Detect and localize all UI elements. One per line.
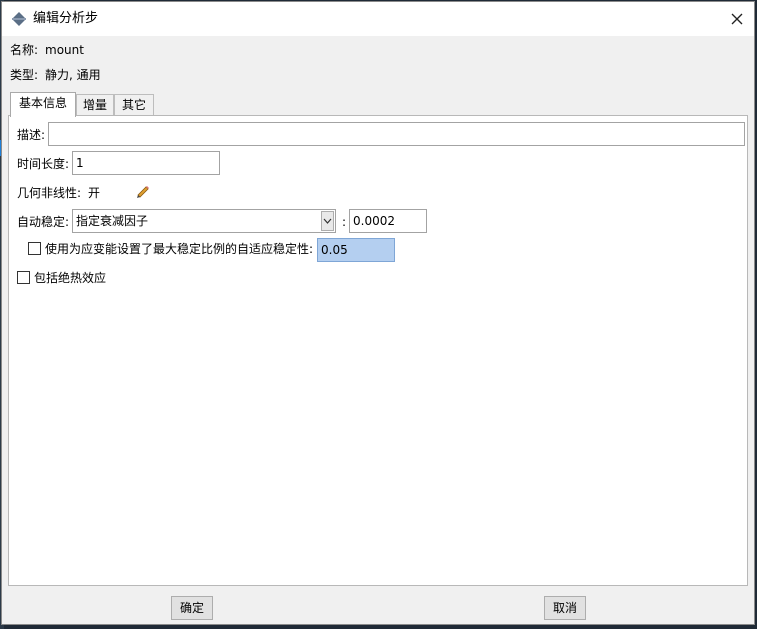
colon-separator: : xyxy=(342,215,347,229)
tab-incrementation[interactable]: 增量 xyxy=(76,94,114,116)
type-value: 静力, 通用 xyxy=(45,68,101,82)
name-value: mount xyxy=(45,43,84,57)
type-label: 类型: xyxy=(10,68,39,82)
nlgeom-label: 几何非线性: xyxy=(17,186,82,200)
adiabatic-label: 包括绝热效应 xyxy=(34,271,107,285)
damping-factor-field[interactable]: 0.0002 xyxy=(349,209,427,233)
cancel-button[interactable]: 取消 xyxy=(544,596,586,620)
max-ratio-field[interactable]: 0.05 xyxy=(317,238,395,262)
nlgeom-value: 开 xyxy=(88,186,101,200)
stabilize-method-value: 指定衰减因子 xyxy=(76,214,149,228)
name-label: 名称: xyxy=(10,43,39,57)
chevron-down-icon[interactable] xyxy=(321,211,334,231)
time-period-label: 时间长度: xyxy=(17,157,70,171)
close-icon xyxy=(731,13,743,25)
auto-stabilize-label: 自动稳定: xyxy=(17,215,70,229)
step-app-icon xyxy=(12,12,26,26)
adaptive-stabilization-label: 使用为应变能设置了最大稳定比例的自适应稳定性: xyxy=(45,242,314,256)
window-title: 编辑分析步 xyxy=(33,11,99,26)
tab-panel-basic: 描述: 时间长度: 1 几何非线性: 开 自动稳定: 指定衰减因子 : 0.00… xyxy=(8,115,748,586)
title-bar[interactable]: 编辑分析步 xyxy=(2,2,754,36)
adiabatic-checkbox[interactable] xyxy=(17,271,30,284)
stabilize-method-select[interactable]: 指定衰减因子 xyxy=(72,209,336,233)
edit-step-dialog: 编辑分析步 名称: mount 类型: 静力, 通用 基本信息 增量 其它 描述… xyxy=(1,1,755,625)
description-field[interactable] xyxy=(48,122,745,146)
tab-basic-info[interactable]: 基本信息 xyxy=(10,92,76,117)
pencil-icon[interactable] xyxy=(135,183,151,199)
tab-other[interactable]: 其它 xyxy=(114,94,154,116)
close-button[interactable] xyxy=(720,2,754,36)
ok-button[interactable]: 确定 xyxy=(171,596,213,620)
description-label: 描述: xyxy=(17,128,46,142)
adaptive-stabilization-checkbox[interactable] xyxy=(28,242,41,255)
time-period-field[interactable]: 1 xyxy=(72,151,220,175)
